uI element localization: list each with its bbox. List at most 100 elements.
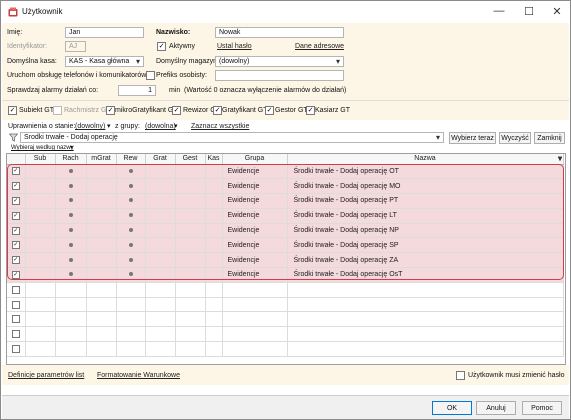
table-row[interactable]: ✓ Ewidencje Środki trwałe - Dodaj operację… [7, 237, 564, 254]
cell-kas[interactable] [205, 164, 223, 180]
uprawnienia-chevron-icon[interactable]: ▾ [107, 122, 111, 130]
cell-rach[interactable] [55, 193, 87, 209]
cell-rew[interactable] [116, 237, 146, 254]
cell-rew[interactable] [116, 311, 146, 328]
close-button[interactable]: ✕ [543, 1, 571, 21]
row-checkbox-cell[interactable] [7, 297, 26, 313]
cell-rew[interactable] [116, 341, 146, 357]
cell-grupa[interactable]: Ewidencje [222, 208, 288, 224]
cell-grupa[interactable] [222, 282, 288, 298]
row-checkbox-cell[interactable]: ✓ [7, 164, 26, 180]
cell-grat[interactable] [145, 193, 176, 209]
col-check[interactable] [7, 154, 26, 165]
uruchom-checkbox[interactable] [146, 71, 155, 80]
cell-nazwa[interactable] [287, 341, 564, 357]
cell-rach[interactable] [55, 223, 87, 239]
cell-gest[interactable] [175, 193, 206, 209]
cell-gest[interactable] [175, 311, 206, 328]
search-input[interactable]: Środki trwałe - Dodaj operację [20, 132, 444, 143]
prefiks-input[interactable] [215, 70, 344, 81]
cell-grupa[interactable]: Ewidencje [222, 193, 288, 209]
cell-sub[interactable] [25, 193, 56, 209]
cell-rew[interactable] [116, 326, 146, 343]
cell-sub[interactable] [25, 252, 56, 269]
cell-kas[interactable] [205, 208, 223, 224]
cell-mgrat[interactable] [86, 297, 117, 313]
identyfikator-input[interactable]: AJ [65, 41, 86, 52]
uprawnienia-dropdown[interactable]: (dowolny) [75, 123, 105, 130]
cell-nazwa[interactable]: Środki trwałe - Dodaj operację PT [287, 193, 564, 209]
cell-sub[interactable] [25, 326, 56, 343]
cell-kas[interactable] [205, 193, 223, 209]
col-nazwa[interactable]: Nazwa [287, 154, 564, 165]
cell-nazwa[interactable]: Środki trwałe - Dodaj operację NP [287, 223, 564, 239]
imie-input[interactable]: Jan [65, 27, 144, 38]
cell-kas[interactable] [205, 252, 223, 269]
table-row[interactable] [7, 297, 564, 313]
row-checkbox-cell[interactable] [7, 311, 26, 328]
cell-mgrat[interactable] [86, 237, 117, 254]
row-checkbox-cell[interactable] [7, 326, 26, 343]
cell-gest[interactable] [175, 252, 206, 269]
cell-kas[interactable] [205, 267, 223, 283]
cell-sub[interactable] [25, 164, 56, 180]
ustal-haslo-link[interactable]: Ustal hasło [217, 43, 252, 50]
ok-button[interactable]: OK [432, 401, 472, 415]
cell-grat[interactable] [145, 237, 176, 254]
cell-grat[interactable] [145, 208, 176, 224]
cell-mgrat[interactable] [86, 193, 117, 209]
definicje-link[interactable]: Definicje parametrów list [8, 372, 84, 379]
wybieraj-dropdown[interactable]: Wybieraj według nazwy [11, 145, 74, 151]
cell-mgrat[interactable] [86, 267, 117, 283]
cell-grat[interactable] [145, 252, 176, 269]
cell-nazwa[interactable] [287, 311, 564, 328]
cell-rew[interactable] [116, 178, 146, 195]
table-row[interactable]: ✓ Ewidencje Środki trwałe - Dodaj operację… [7, 208, 564, 224]
cell-rach[interactable] [55, 282, 87, 298]
table-row[interactable] [7, 282, 564, 298]
row-checkbox[interactable]: ✓ [11, 241, 20, 250]
cell-rew[interactable] [116, 297, 146, 313]
cell-grupa[interactable] [222, 326, 288, 343]
cell-mgrat[interactable] [86, 326, 117, 343]
row-checkbox-cell[interactable]: ✓ [7, 208, 26, 224]
formatowanie-link[interactable]: Formatowanie Warunkowe [97, 372, 180, 379]
cell-mgrat[interactable] [86, 223, 117, 239]
row-checkbox[interactable]: ✓ [11, 270, 20, 279]
cell-grat[interactable] [145, 326, 176, 343]
row-checkbox-cell[interactable]: ✓ [7, 223, 26, 239]
cell-rach[interactable] [55, 267, 87, 283]
cell-grat[interactable] [145, 178, 176, 195]
col-sub[interactable]: Sub [25, 154, 56, 165]
col-grat[interactable]: Grat [145, 154, 176, 165]
cell-gest[interactable] [175, 178, 206, 195]
cell-rach[interactable] [55, 311, 87, 328]
cell-kas[interactable] [205, 282, 223, 298]
row-checkbox-cell[interactable]: ✓ [7, 178, 26, 195]
cell-sub[interactable] [25, 311, 56, 328]
cell-gest[interactable] [175, 164, 206, 180]
cell-sub[interactable] [25, 223, 56, 239]
cell-sub[interactable] [25, 267, 56, 283]
cell-kas[interactable] [205, 341, 223, 357]
cell-rach[interactable] [55, 208, 87, 224]
cell-nazwa[interactable]: Środki trwałe - Dodaj operację OsT [287, 267, 564, 283]
nazwisko-input[interactable]: Nowak [215, 27, 344, 38]
zamknij-button[interactable]: Zamknij [534, 132, 565, 144]
col-gest[interactable]: Gest [175, 154, 206, 165]
cell-grat[interactable] [145, 341, 176, 357]
magazyn-select[interactable]: (dowolny) [215, 56, 344, 67]
cell-sub[interactable] [25, 341, 56, 357]
cell-gest[interactable] [175, 341, 206, 357]
cell-grat[interactable] [145, 223, 176, 239]
cell-rew[interactable] [116, 252, 146, 269]
table-row[interactable] [7, 326, 564, 343]
cell-gest[interactable] [175, 237, 206, 254]
row-checkbox[interactable] [11, 285, 20, 294]
col-mgrat[interactable]: mGrat [86, 154, 117, 165]
cell-grupa[interactable]: Ewidencje [222, 237, 288, 254]
cell-grupa[interactable]: Ewidencje [222, 252, 288, 269]
cell-grupa[interactable]: Ewidencje [222, 223, 288, 239]
cell-rach[interactable] [55, 164, 87, 180]
table-row[interactable] [7, 341, 564, 357]
